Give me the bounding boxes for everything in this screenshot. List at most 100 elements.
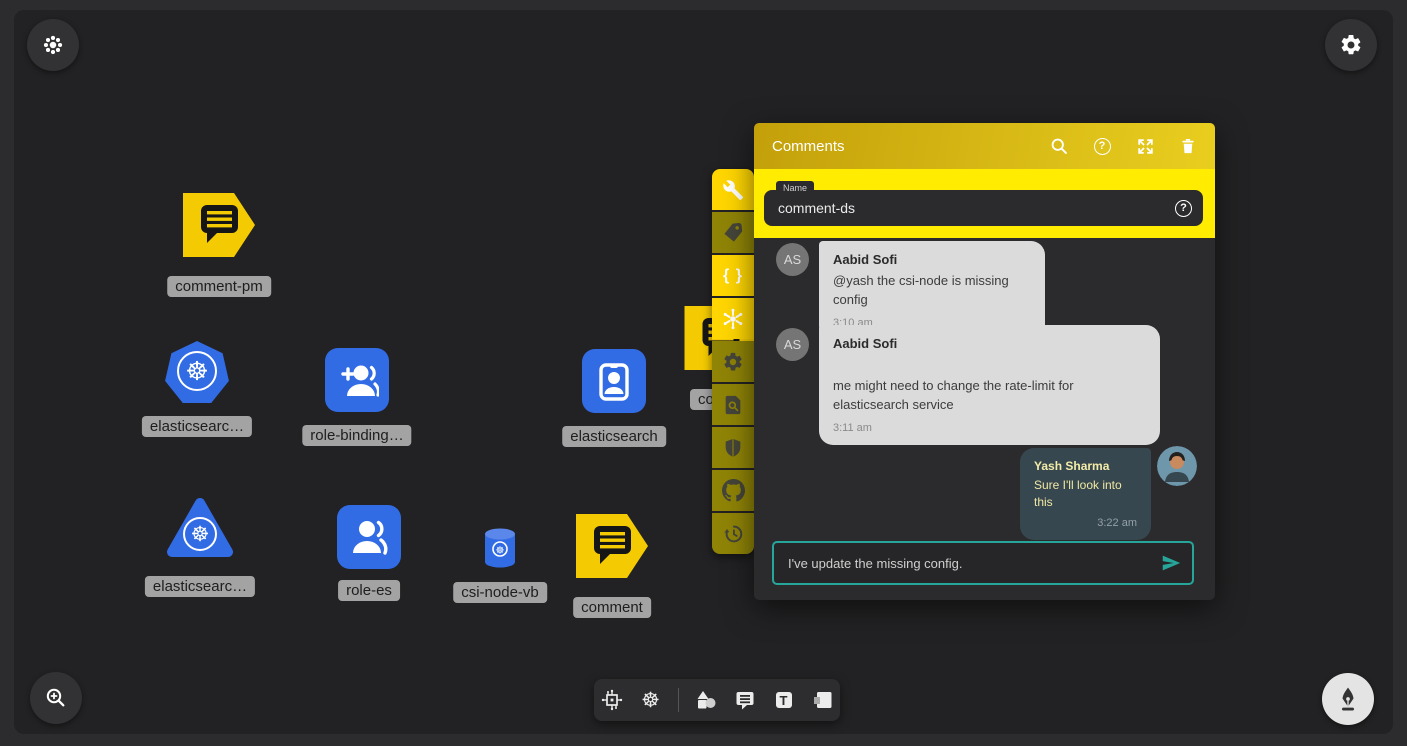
tag-icon <box>721 221 745 245</box>
node-elasticsearch-triangle[interactable]: ☸ elasticsearc… <box>167 496 233 565</box>
message-time: 3:11 am <box>833 422 1146 434</box>
message-time: 3:22 am <box>1034 517 1137 529</box>
node-label: comment-pm <box>167 276 271 297</box>
shield-button[interactable] <box>712 427 754 468</box>
kubernetes-icon: ☸ <box>641 690 660 711</box>
node-comment-pm[interactable]: comment-pm <box>182 192 256 263</box>
kubernetes-wheel-icon: ☸ <box>183 517 217 551</box>
avatar-photo <box>1157 446 1197 486</box>
pen-nib-icon <box>1335 686 1361 712</box>
kubernetes-wheel-icon: ☸ <box>177 351 217 391</box>
wrench-icon <box>722 179 744 201</box>
design-canvas[interactable]: comment-pm ☸ elasticsearc… role-binding… <box>14 10 1393 734</box>
doc-search-button[interactable] <box>712 384 754 425</box>
fullscreen-icon <box>1136 137 1155 156</box>
document-search-icon <box>722 394 744 416</box>
message-text: @yash the csi-node is missing config <box>833 272 1031 310</box>
name-field-label: Name <box>776 181 814 196</box>
send-button[interactable] <box>1154 546 1188 580</box>
text-tool-button[interactable]: T <box>772 688 796 712</box>
node-label: csi-node-vb <box>453 582 547 603</box>
delete-button[interactable] <box>1177 135 1199 157</box>
role-binding-icon <box>335 358 379 402</box>
note-tool-icon <box>811 688 835 712</box>
comments-panel-header[interactable]: Comments ? <box>754 123 1215 169</box>
trash-icon <box>1179 136 1197 156</box>
panel-title: Comments <box>772 138 1048 155</box>
settings-fab-button[interactable] <box>1325 19 1377 71</box>
avatar: AS <box>776 328 809 361</box>
comment-tool-button[interactable] <box>733 688 757 712</box>
node-comment[interactable]: comment <box>575 513 649 584</box>
service-account-icon <box>592 359 636 403</box>
kubernetes-button[interactable]: ☸ <box>639 688 663 712</box>
node-label: role-binding… <box>302 425 411 446</box>
chat-message: Aabid Sofi me might need to change the r… <box>819 325 1160 445</box>
node-csi-node-vb[interactable]: ☸ csi-node-vb <box>484 528 516 573</box>
history-icon <box>722 523 744 545</box>
name-help-icon[interactable]: ? <box>1175 200 1192 217</box>
chat-message: Yash Sharma Sure I'll look into this 3:2… <box>1020 448 1151 540</box>
zoom-in-icon <box>44 686 68 710</box>
search-icon <box>1049 136 1069 156</box>
search-button[interactable] <box>1048 135 1070 157</box>
kanvas-menu-button[interactable] <box>27 19 79 71</box>
node-elasticsearch-octagon[interactable]: ☸ elasticsearc… <box>164 340 230 411</box>
comment-shape-icon <box>182 192 256 258</box>
message-author: Aabid Sofi <box>833 252 1031 267</box>
node-elasticsearch-sa[interactable]: elasticsearch <box>582 349 646 413</box>
tools-button[interactable] <box>712 169 754 210</box>
user-photo-icon <box>1157 446 1197 486</box>
mesh-hub-icon <box>721 307 745 331</box>
comments-panel: Comments ? <box>754 123 1215 600</box>
storage-cylinder-icon: ☸ <box>484 528 516 568</box>
shapes-icon <box>694 688 718 712</box>
node-label: elasticsearc… <box>145 576 255 597</box>
node-label: elasticsearch <box>562 426 666 447</box>
message-author: Yash Sharma <box>1034 459 1137 473</box>
note-tool-button[interactable] <box>811 688 835 712</box>
avatar: AS <box>776 243 809 276</box>
help-icon: ? <box>1094 138 1111 155</box>
braces-button[interactable]: { } <box>712 255 754 296</box>
side-toolbar: { } <box>712 169 754 554</box>
node-role-binding[interactable]: role-binding… <box>325 348 389 412</box>
node-label: role-es <box>338 580 400 601</box>
component-graph-button[interactable] <box>600 688 624 712</box>
send-icon <box>1160 552 1182 574</box>
component-graph-icon <box>600 688 624 712</box>
chat-input-container <box>772 541 1194 585</box>
svg-text:☸: ☸ <box>496 546 505 557</box>
kanvas-flower-icon <box>40 32 66 58</box>
text-tool-glyph: T <box>780 693 788 708</box>
comment-shape-icon <box>575 513 649 579</box>
bottom-toolbar: ☸ T <box>594 679 840 721</box>
fullscreen-button[interactable] <box>1134 135 1156 157</box>
node-label: elasticsearc… <box>142 416 252 437</box>
comment-tool-icon <box>733 688 757 712</box>
zoom-in-button[interactable] <box>30 672 82 724</box>
chat-input[interactable] <box>774 556 1154 571</box>
node-label: comment <box>573 597 651 618</box>
settings-button[interactable] <box>712 341 754 382</box>
gear-icon <box>1339 33 1363 57</box>
github-icon <box>722 479 745 502</box>
history-button[interactable] <box>712 513 754 554</box>
shapes-button[interactable] <box>694 688 718 712</box>
name-section: Name ? <box>754 169 1215 238</box>
github-button[interactable] <box>712 470 754 511</box>
mesh-hub-button[interactable] <box>712 298 754 339</box>
braces-icon: { } <box>723 267 743 285</box>
shield-icon <box>722 437 744 459</box>
message-text: me might need to change the rate-limit f… <box>833 377 1146 415</box>
message-author: Aabid Sofi <box>833 336 1146 351</box>
toolbar-divider <box>678 688 679 712</box>
pen-tool-button[interactable] <box>1322 673 1374 725</box>
role-icon <box>347 515 391 559</box>
node-role-es[interactable]: role-es <box>337 505 401 569</box>
gear-icon <box>722 351 744 373</box>
name-input[interactable] <box>764 200 1175 216</box>
help-button[interactable]: ? <box>1091 135 1113 157</box>
tag-button[interactable] <box>712 212 754 253</box>
message-text: Sure I'll look into this <box>1034 477 1137 512</box>
